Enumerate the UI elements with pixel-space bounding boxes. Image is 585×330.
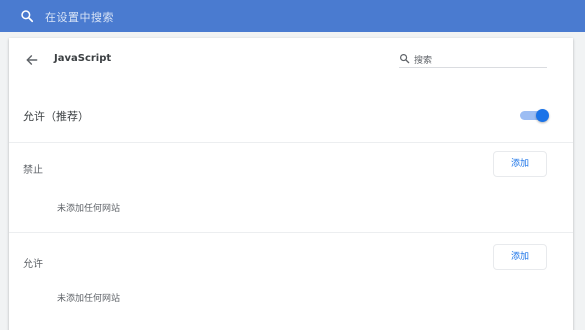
allow-recommended-label: 允许（推荐） (23, 110, 89, 123)
toggle-knob (536, 109, 549, 122)
back-arrow-icon[interactable] (25, 53, 39, 67)
divider (9, 142, 573, 143)
allow-recommended-toggle[interactable] (520, 109, 549, 122)
search-icon[interactable] (20, 9, 34, 23)
javascript-settings-card: JavaScript 搜索 允许（推荐） 禁止 添加 未添加任何网站 允许 添加… (9, 38, 573, 330)
allow-recommended-row: 允许（推荐） (9, 100, 573, 130)
allow-add-button[interactable]: 添加 (493, 244, 547, 270)
page-title: JavaScript (54, 53, 112, 64)
subpage-search-field[interactable]: 搜索 (399, 50, 547, 68)
block-section-label: 禁止 (23, 165, 43, 176)
subpage-search-input[interactable]: 搜索 (414, 53, 432, 66)
search-icon (400, 54, 410, 64)
allow-section-label: 允许 (23, 259, 43, 270)
allow-empty-text: 未添加任何网站 (57, 294, 121, 304)
block-add-button[interactable]: 添加 (493, 151, 547, 177)
subpage-header: JavaScript 搜索 (9, 38, 573, 82)
settings-header: 在设置中搜索 (0, 0, 585, 32)
divider (9, 232, 573, 233)
block-empty-text: 未添加任何网站 (57, 204, 121, 214)
settings-search-input[interactable]: 在设置中搜索 (45, 9, 114, 25)
